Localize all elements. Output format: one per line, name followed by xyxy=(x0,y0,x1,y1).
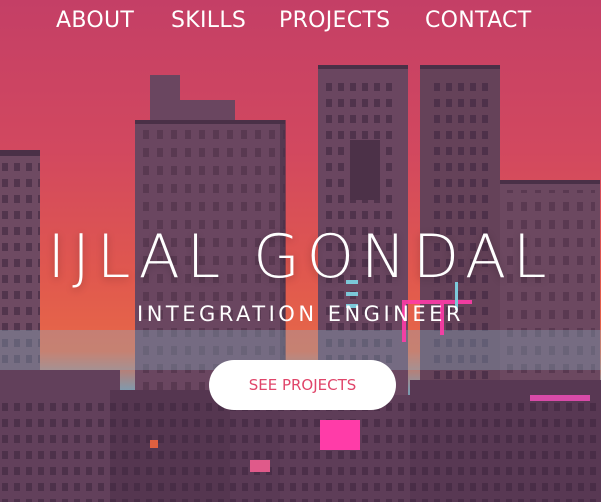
hero-name: IJLAL GONDAL xyxy=(47,222,554,292)
nav-contact-link[interactable]: CONTACT xyxy=(425,8,531,33)
main-nav: ABOUT SKILLS PROJECTS CONTACT xyxy=(0,0,601,46)
hero-section: ABOUT SKILLS PROJECTS CONTACT IJLAL GOND… xyxy=(0,0,601,502)
hero-role: INTEGRATION ENGINEER xyxy=(137,302,464,326)
nav-skills-link[interactable]: SKILLS xyxy=(171,8,246,33)
nav-about-link[interactable]: ABOUT xyxy=(56,8,134,33)
see-projects-button[interactable]: SEE PROJECTS xyxy=(209,360,396,410)
nav-projects-link[interactable]: PROJECTS xyxy=(279,8,390,33)
